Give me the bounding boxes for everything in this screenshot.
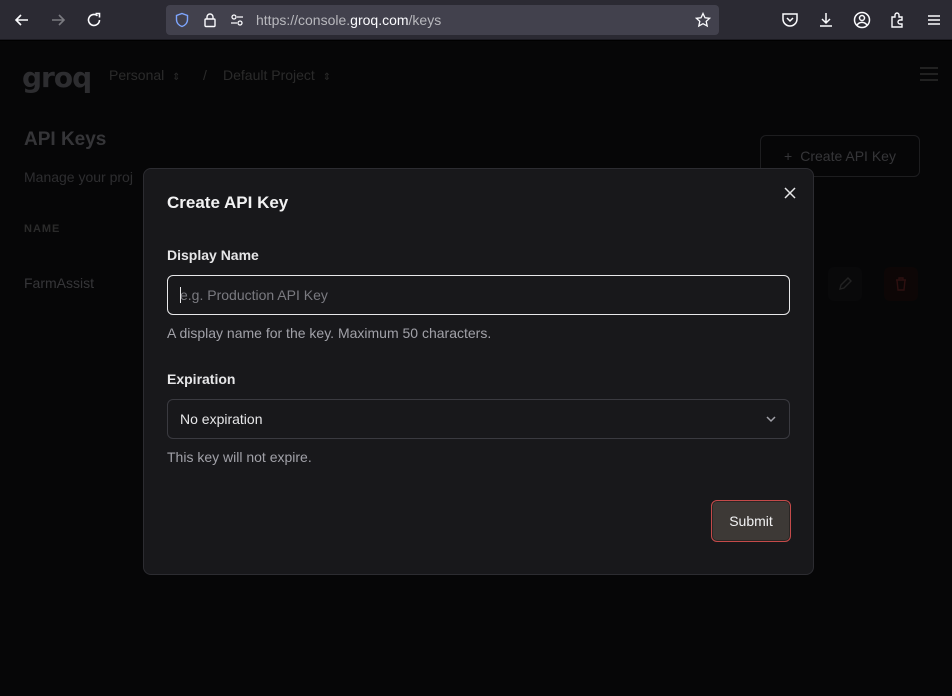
downloads-icon[interactable] [816,10,836,30]
back-button[interactable] [10,8,34,32]
url-prefix: https://console. [256,12,351,28]
address-bar[interactable]: https://console.groq.com/keys [166,5,719,35]
url-path: /keys [408,12,442,28]
display-name-input[interactable] [167,275,790,315]
submit-button[interactable]: Submit [711,500,791,542]
display-name-help: A display name for the key. Maximum 50 c… [167,325,492,341]
reload-icon [87,12,101,27]
reload-button[interactable] [82,8,106,32]
expiration-help: This key will not expire. [167,449,312,465]
url-text: https://console.groq.com/keys [256,12,441,28]
chevron-down-icon [766,416,776,423]
forward-button[interactable] [46,8,70,32]
expiration-label: Expiration [167,371,236,387]
extensions-icon[interactable] [888,10,908,30]
bookmark-star-icon[interactable] [695,12,711,28]
shield-icon[interactable] [174,12,190,28]
lock-icon[interactable] [202,12,218,28]
expiration-select[interactable]: No expiration [167,399,790,439]
permissions-icon[interactable] [229,12,245,28]
arrow-right-icon [52,14,66,26]
create-api-key-dialog: Create API Key Display Name A display na… [143,168,814,575]
arrow-left-icon [14,14,28,26]
close-button[interactable] [782,185,798,201]
display-name-label: Display Name [167,247,259,263]
dialog-title: Create API Key [167,193,289,212]
expiration-value: No expiration [180,411,263,427]
text-caret [180,287,181,303]
account-icon[interactable] [852,10,872,30]
browser-toolbar: https://console.groq.com/keys [0,0,952,40]
pocket-icon[interactable] [780,10,800,30]
app-menu-icon[interactable] [924,10,944,30]
close-icon [784,187,796,199]
url-host: groq.com [350,12,409,28]
